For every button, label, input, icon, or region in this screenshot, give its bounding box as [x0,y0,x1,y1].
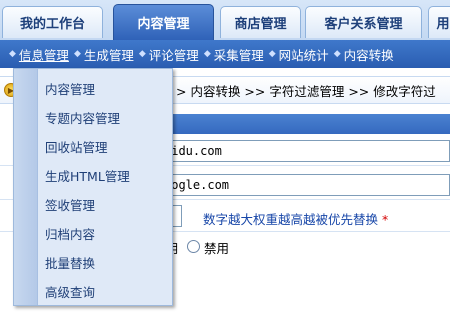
subnav-item-generate[interactable]: 生成管理 [84,45,134,64]
form-header-bar [170,114,450,134]
bullet-icon: ◆ [9,49,16,59]
tab-content-management[interactable]: 内容管理 [113,4,214,40]
menu-item-html-generate[interactable]: 生成HTML管理 [45,164,171,186]
menu-item-batch-replace[interactable]: 批量替换 [45,251,171,273]
radio-disabled-label: 禁用 [204,241,230,256]
menu-item-advanced-search[interactable]: 高级查询 [45,280,171,302]
menu-side-strip [14,69,38,305]
tab-user[interactable]: 用 [428,6,450,38]
priority-hint: 数字越大权重越高越被优先替换 * [203,209,388,228]
bullet-icon: ◆ [203,49,211,59]
replace-string-field[interactable]: oogle.com [160,174,450,196]
breadcrumb-path: > 内容转换 >> 字符过滤管理 >> 修改字符过 [176,83,436,99]
menu-item-topic-content[interactable]: 专题内容管理 [45,106,171,128]
subnav-item-stats[interactable]: 网站统计 [279,45,329,64]
menu-item-recycle-bin[interactable]: 回收站管理 [45,135,171,157]
menu-item-sign-off[interactable]: 签收管理 [45,193,171,215]
subnav-item-convert[interactable]: 内容转换 [344,45,394,64]
required-mark: * [382,212,389,227]
dropdown-menu: 内容管理 专题内容管理 回收站管理 生成HTML管理 签收管理 归档内容 批量替… [13,68,173,306]
subnav-item-info[interactable]: 信息管理 [19,45,69,64]
subnav-item-collect[interactable]: 采集管理 [214,45,264,64]
bullet-icon: ◆ [333,49,341,59]
original-string-field[interactable]: aidu.com [160,140,450,162]
bullet-icon: ◆ [73,49,81,59]
menu-item-content[interactable]: 内容管理 [45,77,171,99]
radio-disabled[interactable] [187,240,200,253]
tab-shop-management[interactable]: 商店管理 [220,6,301,38]
menu-item-archive[interactable]: 归档内容 [45,222,171,244]
subnav-item-comments[interactable]: 评论管理 [149,45,199,64]
bullet-icon: ◆ [268,49,276,59]
sub-nav-bar: ◆ 信息管理 ◆ 生成管理 ◆ 评论管理 ◆ 采集管理 ◆ 网站统计 ◆ 内容转… [0,40,450,68]
tab-workbench[interactable]: 我的工作台 [2,6,103,38]
tab-crm[interactable]: 客户关系管理 [305,6,422,38]
bullet-icon: ◆ [138,49,146,59]
top-tab-bar: 我的工作台 内容管理 商店管理 客户关系管理 用 [0,0,450,40]
hint-text: 数字越大权重越高越被优先替换 [203,212,379,227]
